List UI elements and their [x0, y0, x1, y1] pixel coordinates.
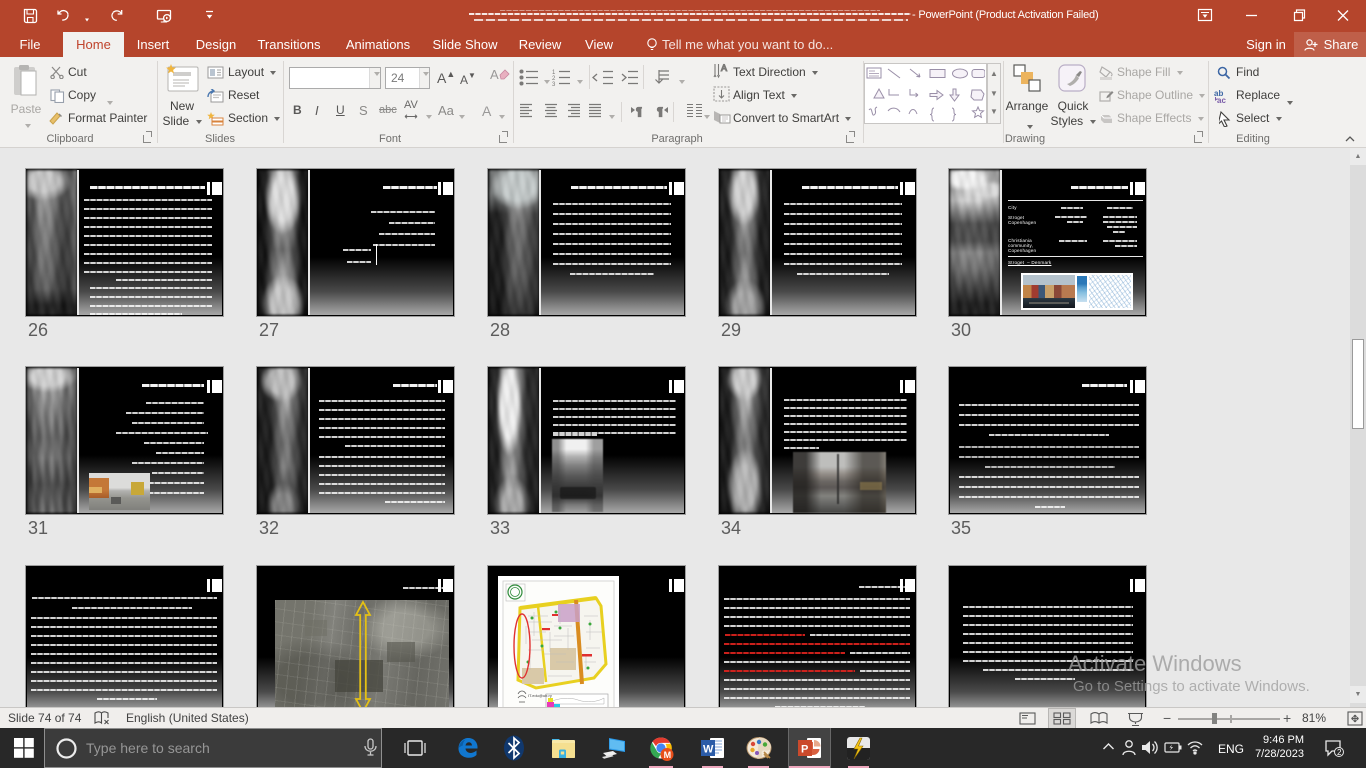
svg-text:¶: ¶	[636, 106, 642, 118]
svg-text:2: 2	[1337, 748, 1342, 757]
svg-text:A: A	[721, 63, 727, 73]
svg-text:M: M	[664, 750, 672, 760]
svg-text:3: 3	[552, 82, 556, 88]
svg-text:P: P	[801, 744, 808, 756]
svg-text:W: W	[703, 744, 714, 756]
svg-text:¶: ¶	[657, 106, 663, 118]
svg-text:ac: ac	[1217, 96, 1226, 104]
svg-text:A: A	[490, 67, 499, 82]
svg-text:IT.edu@ub.ry: IT.edu@ub.ry	[528, 693, 552, 698]
